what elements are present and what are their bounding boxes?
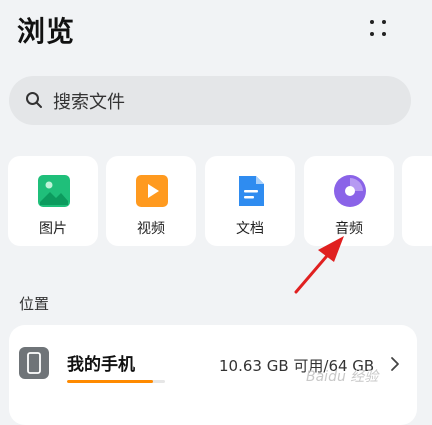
- section-label-location: 位置: [19, 295, 50, 313]
- category-label: 图片: [39, 221, 67, 237]
- storage-progress-bar: [67, 380, 165, 383]
- search-bar[interactable]: 搜索文件: [9, 76, 411, 125]
- image-icon: [38, 175, 70, 207]
- category-documents[interactable]: 文档: [205, 156, 295, 246]
- document-icon: [239, 176, 264, 206]
- search-icon: [26, 92, 42, 108]
- category-partial[interactable]: [402, 156, 432, 246]
- phone-icon: [19, 347, 49, 379]
- category-label: 文档: [236, 221, 264, 237]
- chevron-right-icon: [391, 357, 399, 371]
- device-name: 我的手机: [67, 355, 135, 375]
- category-images[interactable]: 图片: [8, 156, 98, 246]
- video-icon: [136, 175, 168, 207]
- storage-progress-fill: [67, 380, 154, 383]
- more-grid-icon[interactable]: [365, 16, 391, 42]
- category-videos[interactable]: 视频: [106, 156, 196, 246]
- watermark: Baidu 经验: [306, 369, 379, 385]
- audio-icon: [334, 175, 366, 207]
- annotation-arrow: [294, 236, 344, 294]
- category-label: 视频: [137, 221, 165, 237]
- search-placeholder: 搜索文件: [53, 92, 125, 113]
- page-title: 浏览: [17, 15, 76, 48]
